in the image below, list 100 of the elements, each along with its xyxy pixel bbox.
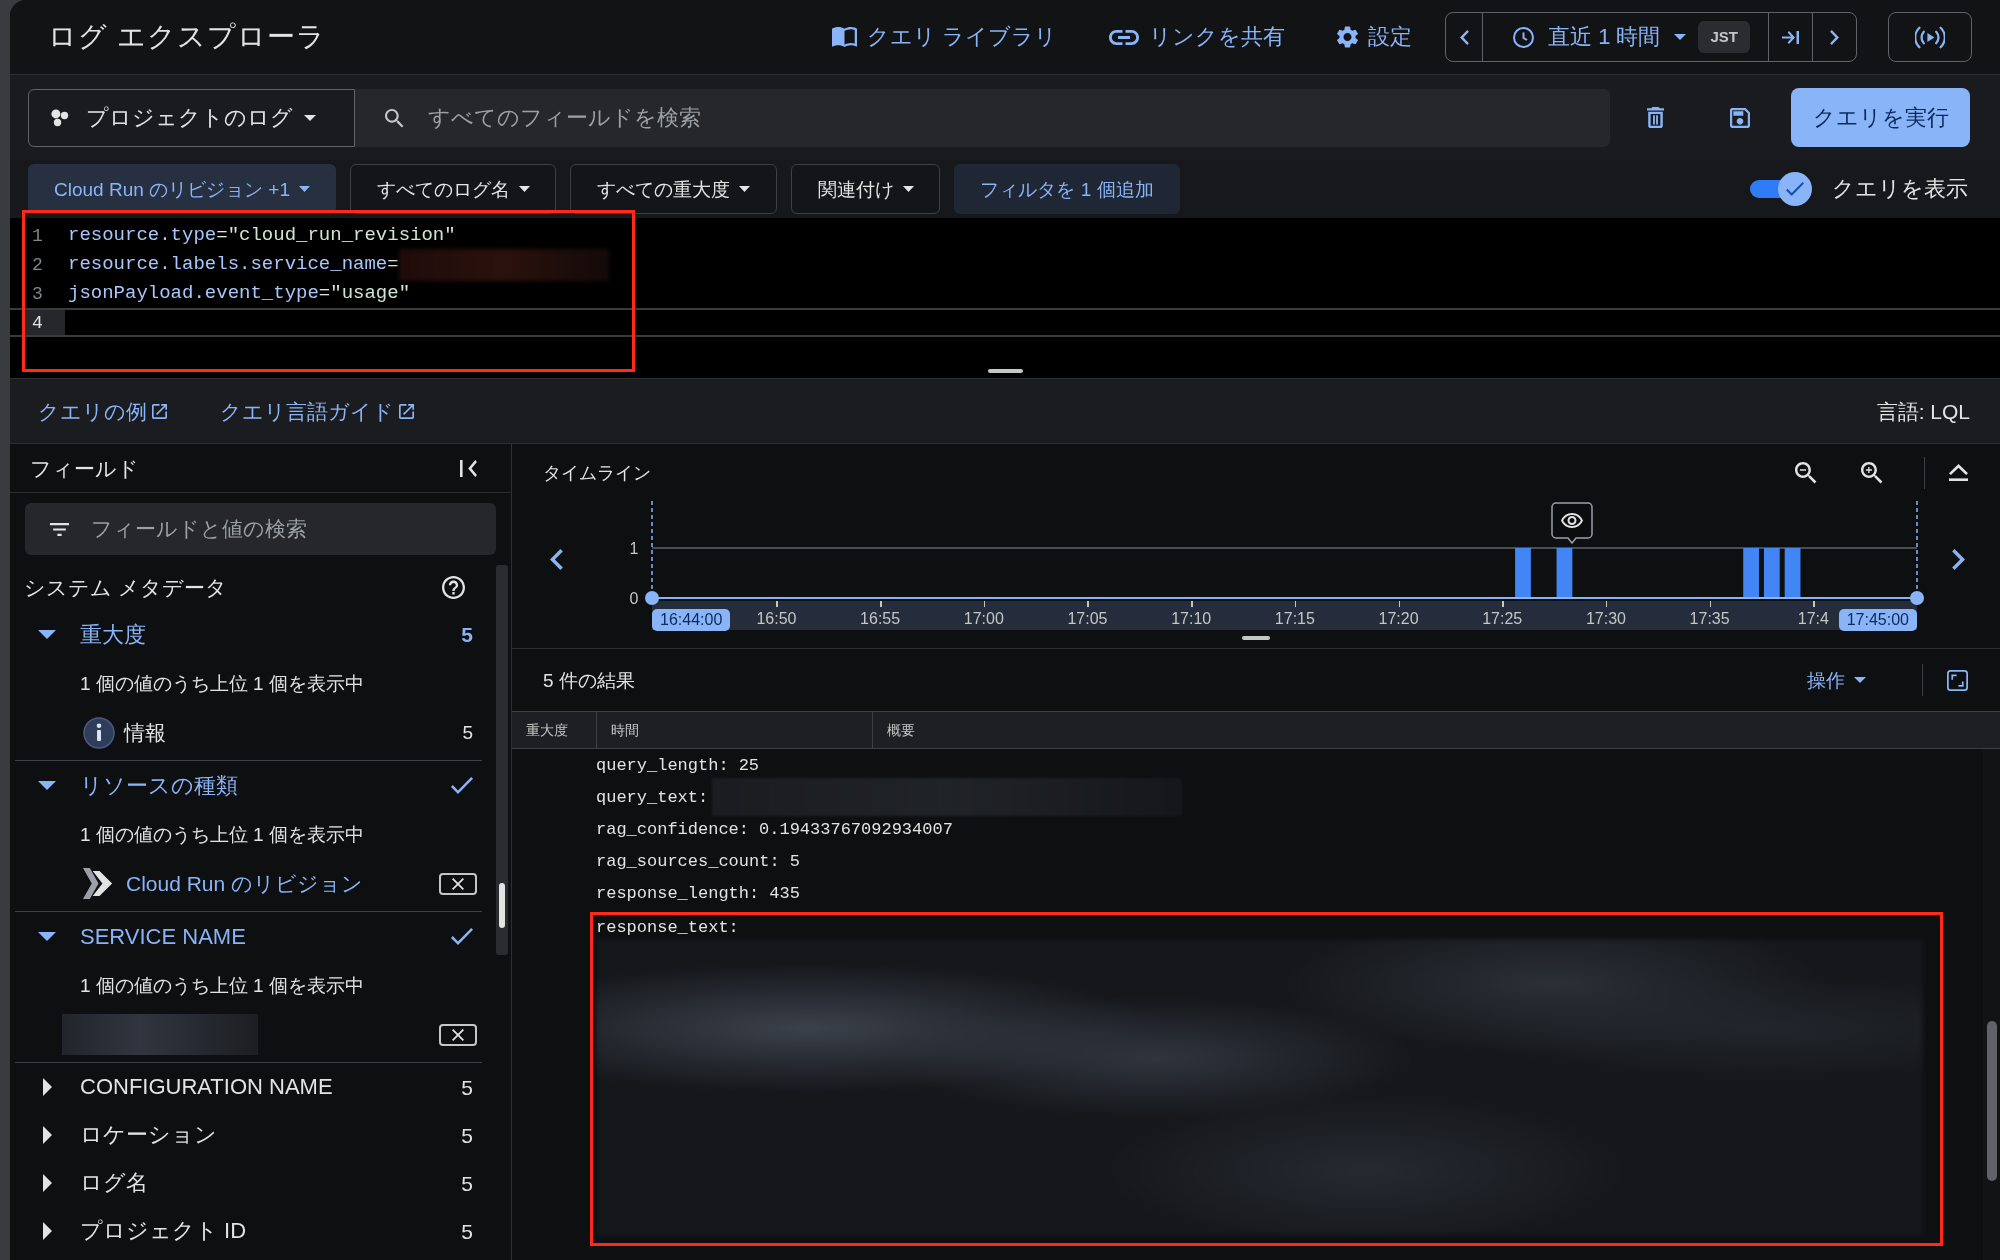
run-query-button[interactable]: クエリを実行 bbox=[1791, 88, 1970, 147]
resize-handle[interactable] bbox=[987, 369, 1023, 373]
axis-label: 17:35 bbox=[1689, 609, 1730, 629]
column-header: 時間 bbox=[597, 712, 873, 748]
save-icon[interactable] bbox=[1730, 107, 1750, 128]
field-group-toggle[interactable]: SERVICE NAME bbox=[37, 925, 246, 948]
field-value[interactable]: 情報 bbox=[124, 722, 166, 743]
chevron-left-icon bbox=[1459, 29, 1469, 45]
toggle-label: クエリを表示 bbox=[1832, 178, 1968, 200]
values-summary: 1 個の値のうち上位 1 個を表示中 bbox=[80, 825, 364, 844]
timezone-badge: JST bbox=[1698, 21, 1750, 53]
caret-down-icon bbox=[1674, 34, 1687, 40]
remove-filter-button[interactable] bbox=[439, 872, 477, 895]
range-end-label: 17:45:00 bbox=[1838, 609, 1917, 631]
arrow-to-bar-icon bbox=[1782, 30, 1799, 44]
external-link-icon bbox=[152, 403, 167, 419]
trash-icon[interactable] bbox=[1647, 107, 1664, 128]
axis-label: 17:05 bbox=[1067, 609, 1108, 629]
filter-dropdown[interactable]: Cloud Run のリビジョン +1 bbox=[28, 164, 336, 214]
field-group-toggle[interactable]: プロジェクト ID bbox=[37, 1220, 247, 1242]
actions-dropdown[interactable]: 操作 bbox=[1807, 670, 1866, 690]
payload-value: 435 bbox=[769, 884, 800, 902]
help-icon[interactable] bbox=[442, 576, 465, 599]
results-count: 5 件の結果 bbox=[543, 670, 635, 690]
tick-mark bbox=[880, 601, 882, 607]
scrollbar-thumb[interactable] bbox=[1986, 1021, 1997, 1181]
toggle-switch[interactable] bbox=[1750, 172, 1812, 206]
code-line: jsonPayload.event_type="usage" bbox=[68, 284, 411, 303]
fullscreen-icon[interactable] bbox=[1947, 669, 1968, 691]
tick-mark bbox=[776, 601, 778, 607]
axis-label: 17:00 bbox=[963, 609, 1004, 629]
field-count: 5 bbox=[461, 1124, 473, 1146]
payload-value: 0.19433767092934007 bbox=[759, 820, 953, 838]
payload-value: 5 bbox=[789, 852, 800, 870]
clock-icon bbox=[1513, 26, 1534, 48]
tick-mark bbox=[1398, 601, 1401, 607]
info-icon bbox=[83, 716, 115, 749]
filter-dropdown[interactable]: 関連付け bbox=[791, 164, 940, 214]
resize-handle[interactable] bbox=[1242, 636, 1270, 640]
tick-mark bbox=[1813, 601, 1815, 607]
field-group-toggle[interactable]: ログ名 bbox=[37, 1172, 148, 1194]
field-count: 5 bbox=[461, 624, 473, 645]
section-title: タイムライン bbox=[543, 463, 651, 482]
remove-filter-button[interactable] bbox=[439, 1023, 477, 1046]
tick-mark bbox=[1294, 601, 1297, 607]
values-summary: 1 個の値のうち上位 1 個を表示中 bbox=[80, 674, 364, 693]
code-line: resource.type="cloud_run_revision" bbox=[68, 226, 456, 245]
scrollbar-thumb[interactable] bbox=[499, 883, 505, 928]
stream-logs-button[interactable] bbox=[1888, 12, 1972, 62]
eye-icon[interactable] bbox=[1550, 502, 1593, 544]
settings-button[interactable]: 設定 bbox=[1337, 26, 1412, 48]
line-number: 2 bbox=[32, 255, 43, 274]
search-icon bbox=[385, 108, 404, 128]
chevron-left-icon[interactable] bbox=[549, 549, 563, 570]
gear-icon bbox=[1337, 26, 1358, 48]
payload-key: response_length: bbox=[596, 884, 760, 902]
field-search[interactable]: フィールドと値の検索 bbox=[25, 503, 496, 555]
collapse-icon[interactable] bbox=[1949, 464, 1968, 481]
broadcast-icon bbox=[1915, 25, 1945, 49]
search-field[interactable]: すべてのフィールドを検索 bbox=[355, 88, 1610, 147]
field-group-toggle[interactable]: ロケーション bbox=[37, 1124, 217, 1146]
field-group-toggle[interactable]: リソースの種類 bbox=[37, 774, 238, 797]
payload-key: rag_confidence: bbox=[596, 820, 750, 838]
filter-dropdown[interactable]: すべての重大度 bbox=[570, 164, 777, 214]
help-link[interactable]: クエリ言語ガイド bbox=[220, 400, 414, 422]
caret-right-icon bbox=[42, 1222, 52, 1240]
field-group-toggle[interactable]: CONFIGURATION NAME bbox=[37, 1076, 333, 1098]
histogram-bar[interactable] bbox=[1784, 548, 1801, 598]
zoom-in-icon[interactable] bbox=[1861, 461, 1883, 484]
filter-dropdown[interactable]: すべてのログ名 bbox=[350, 164, 556, 214]
query-library-button[interactable]: クエリ ライブラリ bbox=[831, 26, 1057, 48]
histogram-bar[interactable] bbox=[1556, 548, 1573, 598]
range-handle[interactable] bbox=[645, 591, 659, 605]
collapse-panel-icon[interactable] bbox=[460, 459, 477, 477]
scrollbar[interactable] bbox=[496, 565, 508, 955]
axis-label: 17:25 bbox=[1482, 609, 1523, 629]
axis-label: 0 bbox=[629, 590, 639, 607]
histogram-bar[interactable] bbox=[1763, 548, 1780, 598]
code-line: resource.labels.service_name= bbox=[68, 255, 399, 274]
axis-label: 16:50 bbox=[756, 609, 797, 629]
language-label: 言語: LQL bbox=[1876, 400, 1970, 422]
column-header: 重大度 bbox=[512, 712, 597, 748]
share-link-button[interactable]: リンクを共有 bbox=[1109, 26, 1285, 48]
time-range-dropdown[interactable]: 直近 1 時間 bbox=[1483, 13, 1687, 61]
caret-down-icon bbox=[902, 186, 914, 192]
filter-icon bbox=[50, 523, 69, 536]
project-scope-dropdown[interactable]: プロジェクトのログ bbox=[28, 88, 355, 147]
field-count: 5 bbox=[461, 1220, 473, 1242]
range-handle[interactable] bbox=[1910, 591, 1924, 605]
chevron-right-icon[interactable] bbox=[1952, 549, 1965, 570]
field-value[interactable]: Cloud Run のリビジョン bbox=[126, 873, 364, 894]
axis-label: 17:4 bbox=[1797, 609, 1829, 629]
zoom-out-icon[interactable] bbox=[1795, 461, 1817, 484]
tick-mark bbox=[983, 601, 986, 607]
add-filter-button[interactable]: フィルタを 1 個追加 bbox=[954, 164, 1180, 214]
field-group-toggle[interactable]: 重大度 bbox=[37, 623, 146, 646]
range-start-label: 16:44:00 bbox=[652, 609, 731, 631]
axis-label: 16:55 bbox=[860, 609, 901, 629]
help-link[interactable]: クエリの例 bbox=[38, 400, 167, 422]
scrollbar[interactable] bbox=[1983, 749, 2000, 1260]
